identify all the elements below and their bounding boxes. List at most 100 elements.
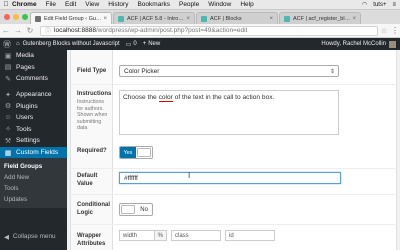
wifi-icon[interactable]: ◠ [362, 1, 367, 8]
comment-bubble-icon: ▭ [125, 41, 132, 48]
acf-favicon-icon [284, 15, 290, 22]
wrapper-attributes-row: Wrapper Attributes width % class id [71, 224, 398, 250]
close-tab-icon[interactable]: × [352, 16, 356, 22]
required-toggle[interactable]: Yes [119, 146, 153, 159]
comments-count: 0 [133, 41, 137, 47]
users-icon: ☺ [4, 114, 12, 122]
tab-acf-blocks[interactable]: ACF | Blocks × [196, 12, 278, 24]
custom-fields-icon: ▦ [4, 149, 12, 157]
wrapper-id-input[interactable]: id [225, 230, 275, 241]
submenu-field-groups[interactable]: Field Groups [0, 161, 67, 172]
sidebar-item-settings[interactable]: ⚒ Settings [0, 135, 67, 147]
back-icon[interactable]: ← [0, 26, 12, 35]
menu-edit[interactable]: Edit [65, 1, 76, 8]
sidebar-item-appearance[interactable]: ✦ Appearance [0, 89, 67, 101]
menu-history[interactable]: History [108, 1, 128, 8]
submenu-add-new[interactable]: Add New [0, 172, 67, 183]
sidebar-item-plugins[interactable]: ⚙ Plugins [0, 100, 67, 112]
conditional-logic-label: Conditional Logic [77, 202, 110, 216]
menu-help[interactable]: Help [240, 1, 253, 8]
text-cursor-icon: I [188, 171, 191, 180]
tab-title: Edit Field Group ‹ Gutenbe [44, 15, 101, 22]
submenu-updates[interactable]: Updates [0, 194, 67, 205]
tab-title: ACF | Blocks [210, 15, 242, 22]
forward-icon[interactable]: → [12, 26, 24, 35]
sidebar-item-tools[interactable]: ✧ Tools [0, 124, 67, 136]
bookmark-star-icon[interactable]: ☆ [378, 27, 390, 35]
tab-title: ACF | ACF 5.8 - Introduc [127, 15, 185, 22]
collapse-icon: ◀ [4, 233, 9, 241]
instructions-label: Instructions [77, 91, 112, 97]
wrapper-class-placeholder: class [175, 232, 189, 239]
submenu-tools[interactable]: Tools [0, 183, 67, 194]
sidebar-item-label: Tools [16, 125, 32, 133]
sidebar-item-label: Users [16, 114, 34, 122]
menu-chrome[interactable]: Chrome [12, 1, 37, 8]
close-tab-icon[interactable]: × [269, 16, 273, 22]
tab-acf-intro[interactable]: ACF | ACF 5.8 - Introduc × [113, 12, 195, 24]
sidebar-item-custom-fields[interactable]: ▦ Custom Fields [0, 146, 67, 159]
acf-favicon-icon [201, 15, 207, 22]
toggle-knob [136, 148, 151, 157]
default-value-input[interactable]: #ffffff [119, 172, 341, 184]
sidebar-item-users[interactable]: ☺ Users [0, 112, 67, 124]
chrome-menu-icon[interactable]: ⋮ [390, 26, 400, 35]
menu-file[interactable]: File [46, 1, 56, 8]
site-name-link[interactable]: ⌂ Gutenberg Blocks without Javascript [16, 41, 120, 47]
reload-icon[interactable]: ↻ [24, 26, 36, 35]
account-menu[interactable]: Howdy, Rachel McCollin [321, 40, 400, 48]
acf-favicon-icon [118, 15, 124, 22]
conditional-logic-row: Conditional Logic No [71, 194, 398, 224]
admin-sidebar: ▣ Media ▤ Pages ✎ Comments ✦ Appearance ⚙ Plu… [0, 50, 67, 250]
media-icon: ▣ [4, 52, 12, 60]
close-tab-icon[interactable]: × [186, 16, 190, 22]
settings-icon: ⚒ [4, 137, 12, 145]
close-tab-icon[interactable]: × [103, 16, 107, 22]
url-input[interactable]: ⓘ localhost:8888 /wordpress/wp-admin/pos… [40, 25, 378, 36]
minimize-window-icon[interactable] [13, 14, 19, 20]
sidebar-item-pages[interactable]: ▤ Pages [0, 62, 67, 74]
instructions-text: of the text in the call to action box. [172, 94, 275, 101]
collapse-menu-button[interactable]: ◀ Collapse menu [0, 231, 67, 242]
hamburger-icon[interactable]: ≡ [392, 2, 396, 8]
info-icon[interactable]: ⓘ [45, 26, 51, 35]
zoom-window-icon[interactable] [22, 14, 28, 20]
url-host: localhost:8888 [54, 27, 96, 34]
menu-window[interactable]: Window [208, 1, 231, 8]
default-value-label: Default Value [77, 173, 98, 187]
default-value-text: #ffffff [124, 174, 138, 182]
conditional-logic-toggle[interactable]: No [119, 203, 153, 216]
tab-edit-field-group[interactable]: Edit Field Group ‹ Gutenbe × [30, 12, 112, 24]
plus-icon: + [142, 41, 147, 47]
instructions-textarea[interactable]: Choose the color of the text in the call… [119, 90, 339, 135]
default-value-row: Default Value #ffffff [71, 168, 398, 194]
menu-view[interactable]: View [85, 1, 99, 8]
wrapper-class-input[interactable]: class [171, 230, 221, 241]
field-type-label: Field Type [77, 68, 107, 74]
instructions-row: Instructions Instructions for authors. S… [71, 84, 398, 144]
wordpress-logo-icon[interactable]: Ⓦ [0, 39, 14, 50]
wrapper-width-input[interactable]: width % [119, 230, 167, 241]
home-icon: ⌂ [16, 41, 20, 47]
required-row: Required? Yes [71, 144, 398, 168]
avatar [389, 40, 396, 48]
instructions-misspelled-word: color [158, 94, 173, 102]
wrapper-width-placeholder: width [123, 232, 138, 239]
tab-acf-register-block[interactable]: ACF | acf_register_block × [279, 12, 361, 24]
conditional-logic-value: No [140, 206, 148, 213]
sidebar-item-media[interactable]: ▣ Media [0, 50, 67, 62]
wrapper-attributes-label: Wrapper Attributes [77, 233, 106, 247]
comments-link[interactable]: ▭ 0 [126, 41, 137, 48]
sidebar-item-label: Custom Fields [16, 149, 59, 157]
menu-people[interactable]: People [179, 1, 199, 8]
field-type-row: Field Type Color Picker ⇕ [71, 58, 398, 84]
mac-menu-bar:  Chrome File Edit View History Bookmark… [0, 0, 400, 10]
field-settings-panel: Field Type Color Picker ⇕ Instructions I… [70, 50, 398, 250]
apple-icon[interactable]:  [0, 1, 12, 8]
sidebar-item-comments[interactable]: ✎ Comments [0, 73, 67, 85]
url-path: /wordpress/wp-admin/post.php?post=49&act… [95, 27, 248, 34]
new-content-link[interactable]: + New [143, 41, 161, 47]
close-window-icon[interactable] [4, 14, 10, 20]
field-type-select[interactable]: Color Picker ⇕ [119, 65, 339, 77]
menu-bookmarks[interactable]: Bookmarks [137, 1, 170, 8]
